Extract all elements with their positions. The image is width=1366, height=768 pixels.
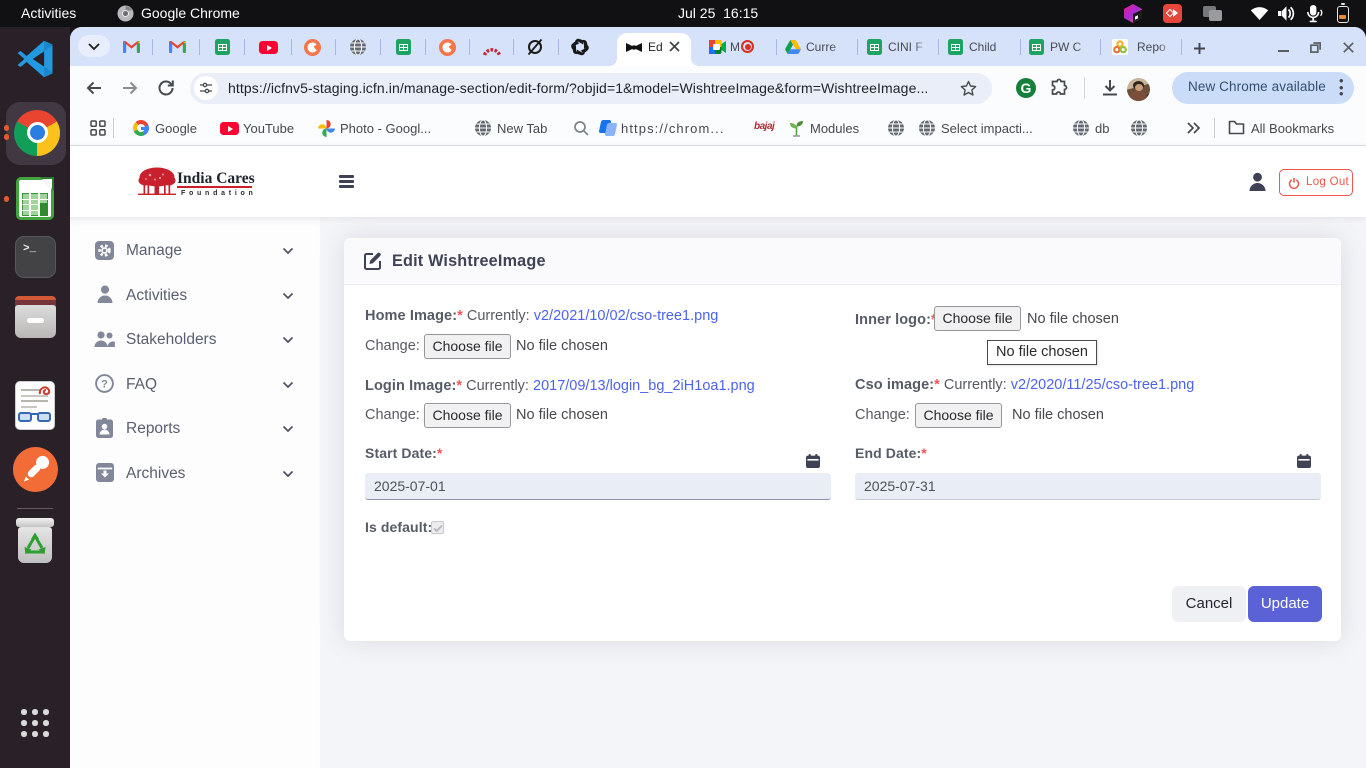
svg-text:?: ?: [101, 378, 108, 390]
